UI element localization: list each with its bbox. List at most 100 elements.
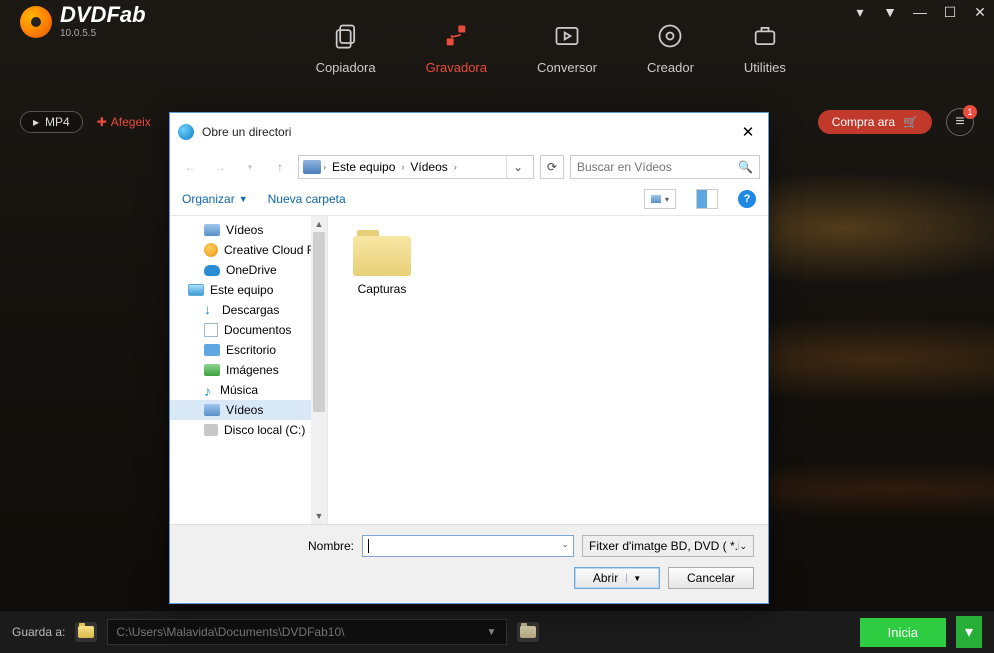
converter-icon bbox=[553, 22, 581, 50]
chevron-right-icon[interactable]: › bbox=[323, 162, 326, 172]
nav-utilities[interactable]: Utilities bbox=[744, 22, 786, 75]
filename-input[interactable] bbox=[367, 536, 555, 556]
dialog-nav-row: ← → ▾ ↑ › Este equipo › Vídeos › ⌄ ⟳ 🔍 bbox=[170, 151, 768, 183]
scroll-up-button[interactable]: ▲ bbox=[311, 216, 327, 232]
help-button[interactable]: ? bbox=[738, 190, 756, 208]
tree-descargas[interactable]: Descargas bbox=[170, 300, 327, 320]
tree-este-equipo[interactable]: Este equipo bbox=[170, 280, 327, 300]
tree-escritorio[interactable]: Escritorio bbox=[170, 340, 327, 360]
od-icon bbox=[204, 265, 220, 276]
open-folder-button[interactable] bbox=[517, 622, 539, 642]
breadcrumb[interactable]: › Este equipo › Vídeos › ⌄ bbox=[298, 155, 534, 179]
logo-disc-icon bbox=[20, 6, 52, 38]
nav-recent-button[interactable]: ▾ bbox=[238, 155, 262, 179]
refresh-button[interactable]: ⟳ bbox=[540, 155, 564, 179]
nav-label: Conversor bbox=[537, 60, 597, 75]
chevron-right-icon[interactable]: › bbox=[401, 162, 404, 172]
tree-musica[interactable]: ♪Música bbox=[170, 380, 327, 400]
chevron-right-icon[interactable]: › bbox=[454, 162, 457, 172]
output-path-text: C:\Users\Malavida\Documents\DVDFab10\ bbox=[116, 625, 344, 639]
folder-tree: Vídeos Creative Cloud Fil OneDriveEste equ… bbox=[170, 216, 328, 524]
new-folder-button[interactable]: Nueva carpeta bbox=[268, 192, 346, 206]
cancel-button[interactable]: Cancelar bbox=[668, 567, 754, 589]
file-type-filter[interactable]: Fitxer d'imatge BD, DVD ( *.ini * ⌄ bbox=[582, 535, 754, 557]
breadcrumb-seg-2[interactable]: Vídeos bbox=[406, 160, 451, 174]
file-open-dialog: Obre un directori ✕ ← → ▾ ↑ › Este equip… bbox=[169, 112, 769, 604]
nav-forward-button[interactable]: → bbox=[208, 155, 232, 179]
chevron-down-icon: ▼ bbox=[486, 627, 496, 638]
open-button[interactable]: Abrir ▼ bbox=[574, 567, 660, 589]
tree-creative-cloud[interactable]: Creative Cloud Fil bbox=[170, 240, 327, 260]
nav-label: Creador bbox=[647, 60, 694, 75]
dialog-footer: Nombre: ⌄ Fitxer d'imatge BD, DVD ( *.in… bbox=[170, 524, 768, 603]
tree-imagenes[interactable]: Imágenes bbox=[170, 360, 327, 380]
chevron-down-icon[interactable]: ▼ bbox=[626, 574, 641, 583]
search-input[interactable] bbox=[577, 160, 738, 174]
copy-icon bbox=[332, 22, 360, 50]
filename-input-wrapper[interactable]: ⌄ bbox=[362, 535, 574, 557]
start-button[interactable]: Inicia bbox=[860, 618, 946, 647]
nav-copiadora[interactable]: Copiadora bbox=[316, 22, 376, 75]
nav-gravadora[interactable]: Gravadora bbox=[426, 22, 487, 75]
tree-item-label: Creative Cloud Fil bbox=[224, 243, 319, 257]
search-icon[interactable]: 🔍 bbox=[738, 160, 753, 174]
tree-item-label: Escritorio bbox=[226, 343, 276, 357]
dialog-body: Vídeos Creative Cloud Fil OneDriveEste equ… bbox=[170, 216, 768, 524]
tree-item-label: Vídeos bbox=[226, 223, 263, 237]
app-logo: DVDFab 10.0.5.5 bbox=[20, 4, 146, 39]
organize-button[interactable]: Organizar ▼ bbox=[182, 192, 248, 206]
save-to-label: Guarda a: bbox=[12, 625, 65, 639]
tree-item-label: Descargas bbox=[222, 303, 279, 317]
browse-folder-button[interactable] bbox=[75, 622, 97, 642]
tree-onedrive[interactable]: OneDrive bbox=[170, 260, 327, 280]
tree-videos[interactable]: Vídeos bbox=[170, 400, 327, 420]
doc-icon bbox=[204, 323, 218, 337]
dialog-close-button[interactable]: ✕ bbox=[736, 120, 760, 144]
filter-label: Fitxer d'imatge BD, DVD ( *.ini * bbox=[589, 539, 739, 553]
output-path-field[interactable]: C:\Users\Malavida\Documents\DVDFab10\ ▼ bbox=[107, 619, 507, 645]
disk-icon bbox=[204, 424, 218, 436]
breadcrumb-dropdown[interactable]: ⌄ bbox=[506, 156, 529, 178]
format-selector[interactable]: ▸ MP4 bbox=[20, 111, 83, 133]
add-button[interactable]: ✚ Afegeix bbox=[97, 115, 151, 129]
app-header: DVDFab 10.0.5.5 Copiadora Gravadora Conv… bbox=[0, 0, 994, 100]
breadcrumb-seg-1[interactable]: Este equipo bbox=[328, 160, 399, 174]
tree-scrollbar[interactable]: ▲▼ bbox=[311, 216, 327, 524]
file-list-area[interactable]: Capturas bbox=[328, 216, 768, 524]
view-icon bbox=[651, 195, 661, 203]
scrollbar-thumb[interactable] bbox=[313, 232, 325, 412]
vid-icon bbox=[204, 404, 220, 416]
search-box[interactable]: 🔍 bbox=[570, 155, 760, 179]
tree-item-label: Música bbox=[220, 383, 258, 397]
nav-back-button[interactable]: ← bbox=[178, 155, 202, 179]
dialog-toolbar: Organizar ▼ Nueva carpeta ? bbox=[170, 183, 768, 216]
tree-item-label: Disco local (C:) bbox=[224, 423, 305, 437]
file-capturas[interactable]: Capturas bbox=[342, 230, 422, 296]
pc-icon bbox=[188, 284, 204, 296]
folder-icon bbox=[353, 230, 411, 276]
dialog-app-icon bbox=[178, 124, 194, 140]
start-dropdown-button[interactable]: ▾ bbox=[956, 616, 982, 648]
preview-pane-button[interactable] bbox=[696, 189, 718, 209]
chevron-down-icon[interactable]: ⌄ bbox=[561, 539, 569, 550]
tree-disco-c[interactable]: Disco local (C:) bbox=[170, 420, 327, 440]
tree-item-label: Vídeos bbox=[226, 403, 263, 417]
nav-creador[interactable]: Creador bbox=[647, 22, 694, 75]
nav-up-button[interactable]: ↑ bbox=[268, 155, 292, 179]
nav-conversor[interactable]: Conversor bbox=[537, 22, 597, 75]
chevron-down-icon: ▼ bbox=[239, 194, 248, 204]
desk-icon bbox=[204, 344, 220, 356]
view-mode-button[interactable] bbox=[644, 189, 676, 209]
dl-icon bbox=[204, 303, 216, 317]
organize-label: Organizar bbox=[182, 192, 235, 206]
tree-videos-top[interactable]: Vídeos bbox=[170, 220, 327, 240]
tree-item-label: Imágenes bbox=[226, 363, 279, 377]
scroll-down-button[interactable]: ▼ bbox=[311, 508, 327, 524]
img-icon bbox=[204, 364, 220, 376]
brand-name: DVDFab bbox=[60, 4, 146, 26]
chevron-down-icon: ▾ bbox=[965, 622, 973, 642]
buy-now-button[interactable]: Compra ara 🛒 bbox=[818, 110, 932, 134]
tree-documentos[interactable]: Documentos bbox=[170, 320, 327, 340]
hamburger-menu-button[interactable]: ≡ 1 bbox=[946, 108, 974, 136]
vid-icon bbox=[204, 224, 220, 236]
